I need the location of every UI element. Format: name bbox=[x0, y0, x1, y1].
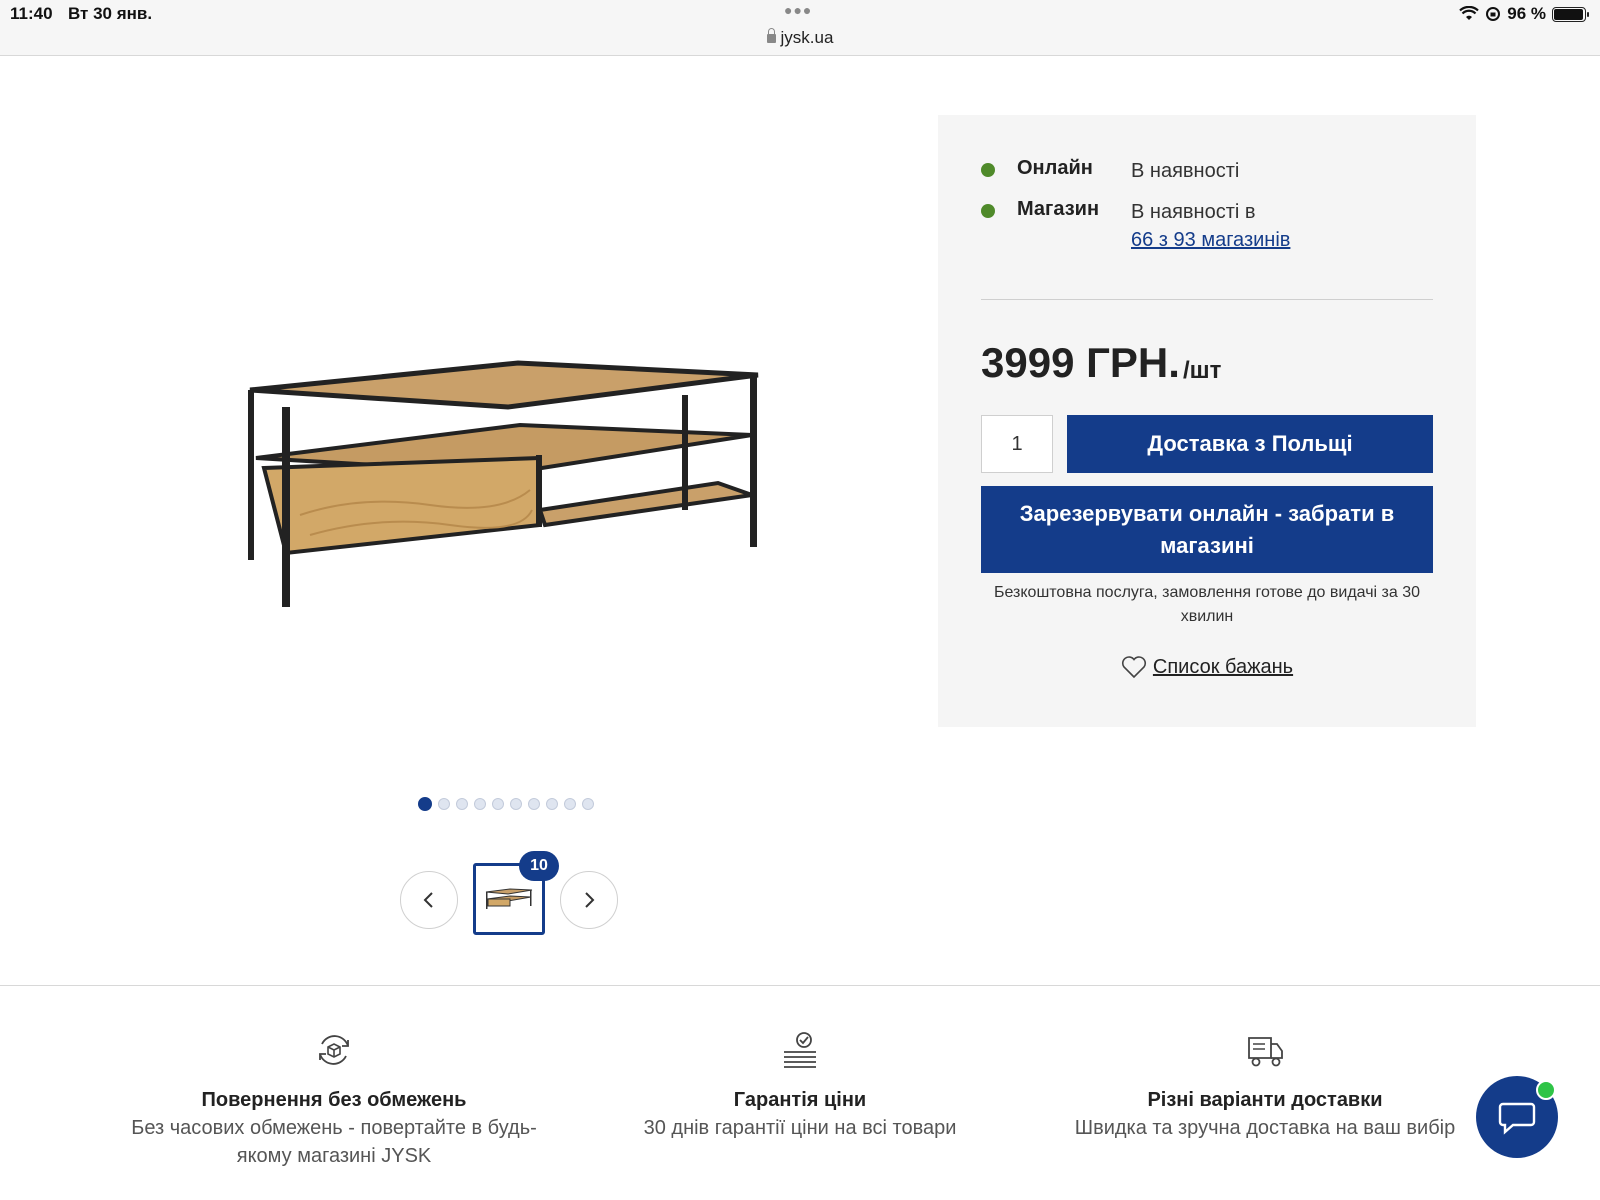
status-indicators: 96 % bbox=[1459, 4, 1589, 24]
gallery-dots bbox=[418, 797, 594, 811]
gallery-dot[interactable] bbox=[510, 798, 522, 810]
reserve-online-button[interactable]: Зарезервувати онлайн - забрати в магазин… bbox=[981, 486, 1433, 573]
availability-store-label: Магазин bbox=[1017, 198, 1100, 220]
feature-price-title: Гарантія ціни bbox=[733, 1089, 867, 1111]
status-date: Вт 30 янв. bbox=[68, 4, 153, 23]
availability-store: Магазин В наявності в 66 з 93 магазинів bbox=[981, 198, 1290, 254]
gallery-dot[interactable] bbox=[582, 798, 594, 810]
gallery-dot[interactable] bbox=[418, 797, 432, 811]
in-stock-dot-icon bbox=[981, 204, 995, 218]
gallery-dot[interactable] bbox=[564, 798, 576, 810]
reserve-note: Безкоштовна послуга, замовлення готове д… bbox=[993, 584, 1421, 625]
next-image-button[interactable] bbox=[560, 871, 618, 929]
section-divider bbox=[0, 985, 1600, 986]
price-guarantee-icon bbox=[784, 1032, 816, 1068]
availability-online: Онлайн В наявності bbox=[981, 157, 1239, 185]
availability-online-status: В наявності bbox=[1131, 160, 1240, 182]
status-time: 11:40 bbox=[10, 4, 53, 23]
gallery-dot[interactable] bbox=[456, 798, 468, 810]
return-box-icon bbox=[319, 1035, 349, 1065]
chevron-left-icon bbox=[423, 892, 433, 908]
tab-more-icon[interactable]: ●●● bbox=[784, 2, 812, 18]
rotation-lock-icon bbox=[1486, 7, 1501, 21]
status-bar: 11:40 Вт 30 янв. ●●● jysk.ua 96 % bbox=[0, 0, 1600, 56]
feature-returns-desc: Без часових обмежень - повертайте в будь… bbox=[131, 1117, 537, 1167]
feature-price-guarantee: Гарантія ціни 30 днів гарантії ціни на в… bbox=[590, 1030, 1010, 1142]
purchase-panel: Онлайн В наявності Магазин В наявності в… bbox=[938, 115, 1476, 727]
product-image[interactable] bbox=[240, 355, 780, 615]
feature-returns-title: Повернення без обмежень bbox=[201, 1089, 467, 1111]
quantity-input[interactable] bbox=[981, 415, 1053, 473]
gallery-dot[interactable] bbox=[546, 798, 558, 810]
store-availability-link[interactable]: 66 з 93 магазинів bbox=[1131, 226, 1290, 254]
lock-icon bbox=[766, 28, 776, 43]
chevron-right-icon bbox=[585, 892, 595, 908]
delivery-truck-icon bbox=[1248, 1037, 1283, 1067]
wishlist-label: Список бажань bbox=[1152, 655, 1294, 678]
address-bar[interactable]: jysk.ua bbox=[0, 28, 1600, 48]
thumbnail-image bbox=[485, 888, 533, 909]
feature-price-desc: 30 днів гарантії ціни на всі товари bbox=[643, 1117, 957, 1139]
gallery-dot[interactable] bbox=[528, 798, 540, 810]
battery-percent: 96 % bbox=[1507, 4, 1546, 23]
url-text: jysk.ua bbox=[780, 28, 834, 47]
prev-image-button[interactable] bbox=[400, 871, 458, 929]
price-amount: 3999 ГРН. bbox=[981, 339, 1180, 386]
delivery-button[interactable]: Доставка з Польщі bbox=[1067, 415, 1433, 473]
wifi-icon bbox=[1459, 6, 1480, 20]
feature-delivery-desc: Швидка та зручна доставка на ваш вибір bbox=[1074, 1117, 1456, 1139]
chat-online-indicator bbox=[1536, 1080, 1556, 1100]
store-status-text: В наявності в bbox=[1131, 201, 1256, 223]
gallery-dot[interactable] bbox=[492, 798, 504, 810]
availability-store-status: В наявності в 66 з 93 магазинів bbox=[1131, 198, 1290, 254]
feature-delivery-title: Різні варіанти доставки bbox=[1147, 1089, 1383, 1111]
image-count-badge: 10 bbox=[519, 851, 559, 881]
feature-delivery: Різні варіанти доставки Швидка та зручна… bbox=[1055, 1030, 1475, 1142]
price-unit: /шт bbox=[1183, 357, 1222, 384]
heart-icon bbox=[1121, 656, 1146, 679]
gallery-dot[interactable] bbox=[438, 798, 450, 810]
divider bbox=[981, 299, 1433, 300]
gallery-dot[interactable] bbox=[474, 798, 486, 810]
availability-online-label: Онлайн bbox=[1017, 157, 1093, 179]
battery-icon bbox=[1552, 6, 1589, 22]
chat-bubble-icon bbox=[1498, 1102, 1536, 1135]
in-stock-dot-icon bbox=[981, 163, 995, 177]
feature-returns: Повернення без обмежень Без часових обме… bbox=[124, 1030, 544, 1170]
wishlist-link[interactable]: Список бажань bbox=[938, 655, 1476, 679]
